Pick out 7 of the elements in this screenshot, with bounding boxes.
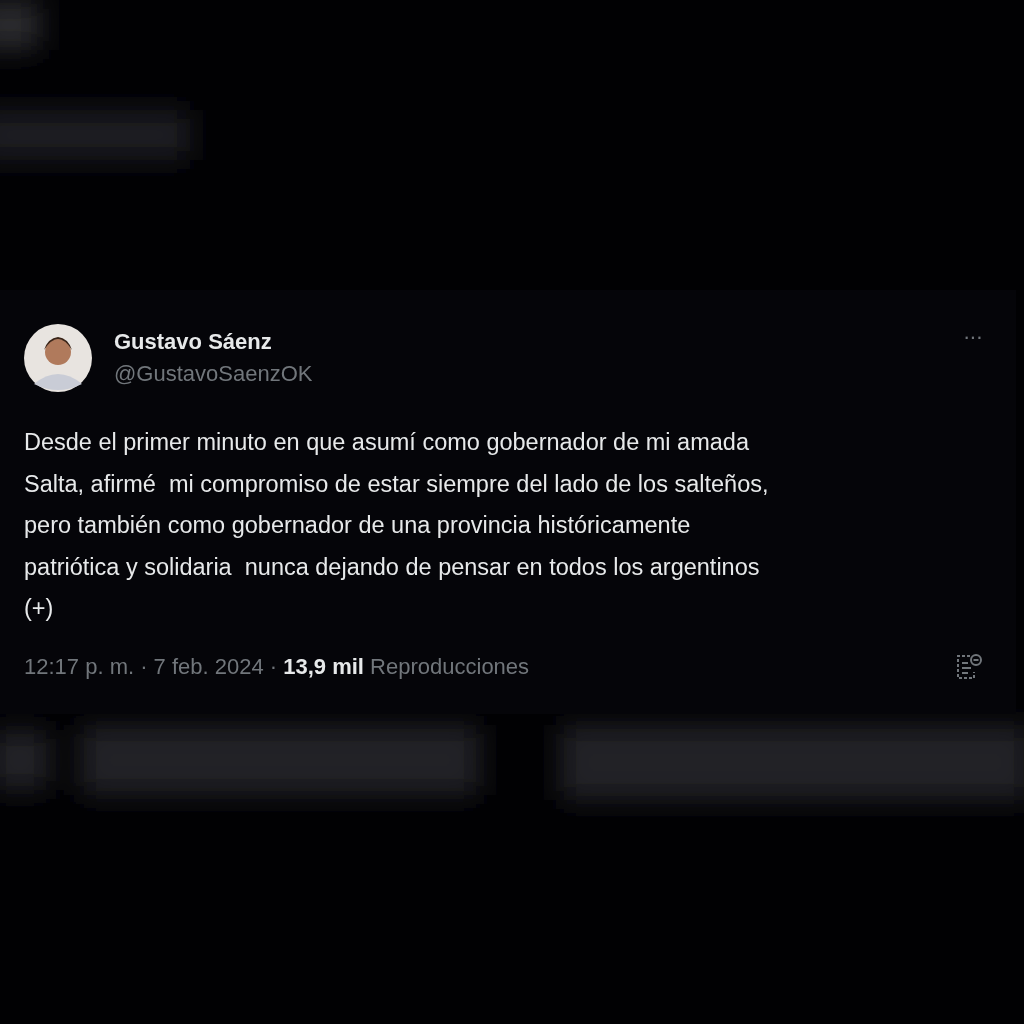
avatar: [24, 324, 92, 392]
analytics-icon[interactable]: [954, 651, 984, 682]
more-button[interactable]: ···: [963, 324, 982, 350]
tweet-text: Desde el primer minuto en que asumí como gobernador de mi amada Salta, afirmé mi compromiso de estar siempre del lado de los salteños, pero también como gobernador de una provincia históricamente patriótica y solidaria nunca dejando de pensar en todos los argentinos (+): [24, 428, 770, 623]
author-handle: @GustavoSaenzOK: [114, 361, 314, 387]
tweet-meta: 12:17 p. m. · 7 feb. 2024 · 13,9 mil Reproducciones: [24, 653, 531, 680]
author-name: Gustavo Sáenz: [114, 329, 273, 355]
